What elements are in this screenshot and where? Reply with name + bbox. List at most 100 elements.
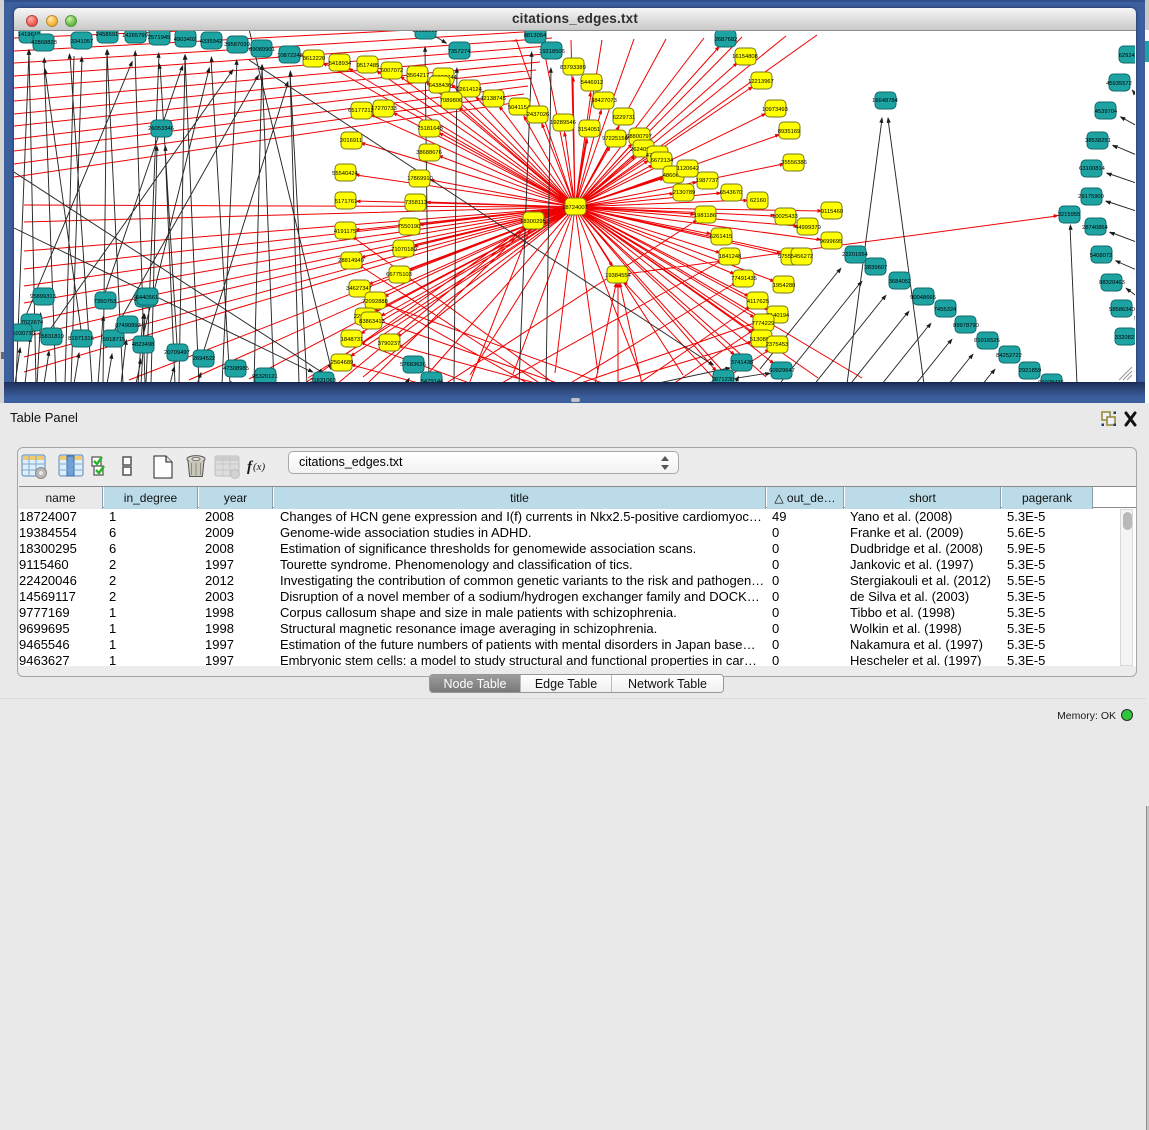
svg-text:3871230: 3871230: [712, 377, 735, 382]
svg-text:38427073: 38427073: [591, 98, 617, 104]
svg-text:3741438: 3741438: [731, 360, 754, 366]
svg-text:20709497: 20709497: [164, 350, 190, 356]
svg-text:38538251: 38538251: [1085, 138, 1111, 144]
svg-text:1120642: 1120642: [677, 166, 699, 172]
svg-text:6261415: 6261415: [710, 234, 733, 240]
svg-text:72092888: 72092888: [362, 299, 388, 305]
svg-text:8935169: 8935169: [778, 129, 801, 135]
svg-text:6440561: 6440561: [136, 295, 159, 301]
svg-text:62160: 62160: [750, 198, 766, 204]
svg-text:7357274: 7357274: [448, 49, 471, 55]
svg-text:75181648: 75181648: [417, 126, 443, 132]
svg-text:44999379: 44999379: [795, 225, 821, 231]
svg-text:10025433: 10025433: [772, 214, 798, 220]
svg-text:15831819: 15831819: [38, 334, 64, 340]
svg-text:57683626: 57683626: [400, 362, 426, 368]
svg-text:5456272: 5456272: [791, 254, 814, 260]
svg-text:2571945: 2571945: [148, 35, 171, 41]
svg-text:7358113: 7358113: [405, 200, 427, 206]
svg-text:2130789: 2130789: [673, 190, 696, 196]
svg-text:31831063: 31831063: [310, 378, 336, 382]
svg-text:91030736: 91030736: [14, 331, 35, 337]
svg-text:3341057: 3341057: [71, 39, 94, 45]
svg-text:9699695: 9699695: [820, 239, 843, 245]
svg-text:9115460: 9115460: [821, 209, 843, 215]
svg-text:10872248: 10872248: [277, 53, 303, 59]
svg-text:83793389: 83793389: [560, 65, 586, 71]
svg-text:6292423: 6292423: [1119, 53, 1135, 59]
svg-text:3790237: 3790237: [378, 341, 401, 347]
svg-text:1987737: 1987737: [696, 178, 719, 184]
svg-text:7550190: 7550190: [398, 224, 421, 230]
svg-text:6438436: 6438436: [429, 83, 452, 89]
svg-text:2839607: 2839607: [865, 265, 888, 271]
svg-text:3320821: 3320821: [1115, 335, 1135, 341]
svg-text:17270733: 17270733: [371, 106, 397, 112]
svg-text:1954280: 1954280: [773, 283, 796, 289]
svg-text:4335942: 4335942: [200, 39, 223, 45]
svg-text:19289546: 19289546: [550, 120, 576, 126]
svg-text:77491435: 77491435: [731, 276, 757, 282]
svg-text:34627347: 34627347: [346, 286, 372, 292]
svg-text:97225156: 97225156: [602, 136, 628, 142]
svg-text:5418934: 5418934: [329, 61, 352, 67]
svg-text:2687682: 2687682: [715, 37, 738, 43]
svg-text:7089806: 7089806: [440, 98, 463, 104]
svg-text:6543670: 6543670: [720, 190, 743, 196]
svg-text:8612220: 8612220: [303, 56, 326, 62]
svg-text:42868828: 42868828: [31, 40, 57, 46]
svg-text:10973493: 10973493: [762, 107, 788, 113]
svg-text:5479144: 5479144: [421, 379, 444, 382]
svg-text:29175900: 29175900: [1078, 194, 1104, 200]
svg-text:65177213: 65177213: [348, 108, 374, 114]
svg-text:87490893: 87490893: [115, 323, 141, 329]
svg-text:12614124: 12614124: [456, 87, 483, 93]
svg-text:2921859: 2921859: [1019, 368, 1042, 374]
svg-text:38688676: 38688676: [416, 150, 442, 156]
svg-text:45935572: 45935572: [1106, 81, 1132, 87]
svg-text:63100814: 63100814: [1079, 166, 1106, 172]
svg-text:26053346: 26053346: [148, 126, 174, 132]
svg-text:5918715: 5918715: [103, 337, 126, 343]
svg-text:39587039: 39587039: [224, 42, 250, 48]
svg-text:83863413: 83863413: [359, 319, 385, 325]
svg-text:2694522: 2694522: [193, 356, 216, 362]
svg-text:6007072: 6007072: [381, 68, 404, 74]
svg-text:16154808: 16154808: [732, 54, 758, 60]
svg-text:19384554: 19384554: [605, 273, 632, 279]
svg-text:28814949: 28814949: [338, 258, 364, 264]
svg-text:1841248: 1841248: [719, 254, 742, 260]
svg-text:95320121: 95320121: [252, 374, 278, 380]
svg-text:6229731: 6229731: [613, 115, 636, 121]
svg-text:18724007: 18724007: [562, 205, 588, 211]
svg-text:3154051: 3154051: [578, 127, 601, 133]
svg-text:1981186: 1981186: [694, 213, 716, 219]
svg-text:95899313: 95899313: [30, 294, 56, 300]
svg-text:42138745: 42138745: [480, 96, 506, 102]
svg-text:66775103: 66775103: [386, 272, 412, 278]
svg-text:19218506: 19218506: [539, 49, 565, 55]
svg-text:4117625: 4117625: [747, 299, 769, 305]
svg-text:71070189: 71070189: [391, 247, 417, 253]
svg-text:8813054: 8813054: [524, 33, 547, 39]
svg-text:16033809: 16033809: [412, 31, 438, 34]
svg-text:2564689: 2564689: [331, 360, 354, 366]
svg-text:2375453: 2375453: [766, 342, 789, 348]
svg-text:35556386: 35556386: [781, 160, 807, 166]
svg-text:58586340: 58586340: [1109, 307, 1135, 313]
svg-text:2016911: 2016911: [340, 138, 362, 144]
svg-text:4191175: 4191175: [334, 229, 356, 235]
svg-text:2458591: 2458591: [96, 32, 119, 38]
svg-text:9517485: 9517485: [357, 63, 380, 69]
svg-text:3684052: 3684052: [889, 279, 912, 285]
svg-text:5446912: 5446912: [581, 80, 604, 86]
svg-text:81016525: 81016525: [974, 338, 1000, 344]
svg-text:84252722: 84252722: [996, 353, 1022, 359]
svg-text:89978790: 89978790: [953, 323, 979, 329]
svg-text:90048665: 90048665: [910, 295, 936, 301]
svg-text:16648784: 16648784: [872, 98, 899, 104]
svg-text:7455324: 7455324: [934, 307, 957, 313]
svg-text:18300295: 18300295: [520, 219, 546, 225]
svg-text:89089901: 89089901: [249, 47, 275, 53]
svg-text:81971316: 81971316: [68, 336, 94, 342]
